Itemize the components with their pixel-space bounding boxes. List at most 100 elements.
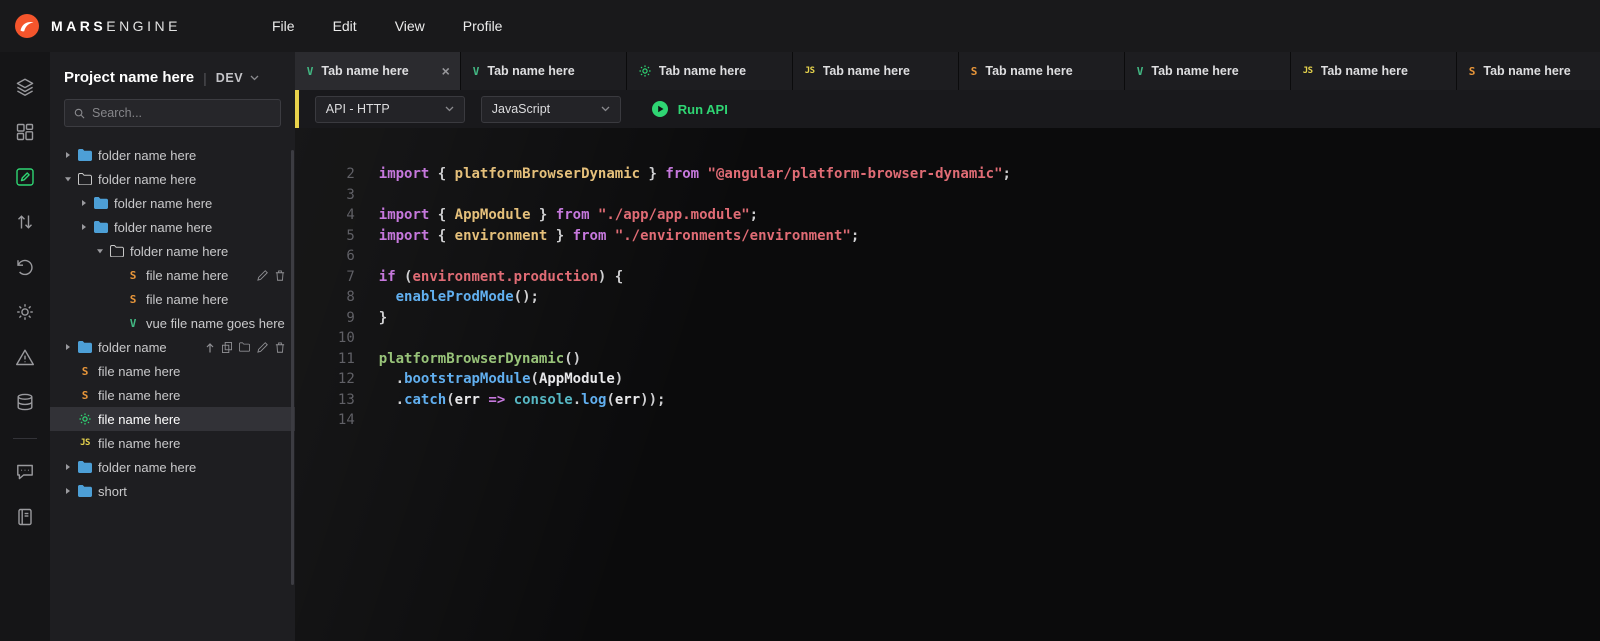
history-icon[interactable] bbox=[0, 244, 50, 289]
search-icon bbox=[74, 108, 85, 119]
caret-right-icon[interactable] bbox=[60, 463, 75, 471]
folder-icon[interactable] bbox=[239, 342, 250, 352]
tab-label: Tab name here bbox=[823, 64, 910, 78]
rail-divider bbox=[13, 438, 37, 439]
tree-item-label: folder name here bbox=[98, 148, 196, 163]
folder-icon bbox=[75, 485, 95, 497]
search-input[interactable] bbox=[92, 106, 271, 120]
caret-down-icon[interactable] bbox=[92, 247, 107, 255]
tree-file-item[interactable]: file name here bbox=[50, 407, 295, 431]
caret-right-icon[interactable] bbox=[60, 487, 75, 495]
tab-8[interactable]: STab name here bbox=[1457, 52, 1600, 90]
gear-icon bbox=[639, 65, 651, 77]
code-line: 7if (environment.production) { bbox=[321, 267, 1600, 288]
tree-item-label: file name here bbox=[98, 364, 180, 379]
caret-right-icon[interactable] bbox=[60, 151, 75, 159]
vue-icon: V bbox=[473, 65, 480, 78]
close-icon[interactable]: × bbox=[442, 64, 450, 78]
delete-icon[interactable] bbox=[275, 270, 285, 281]
chevron-down-icon bbox=[445, 106, 454, 112]
run-api-button[interactable]: Run API bbox=[651, 100, 728, 118]
code-text: import { AppModule } from "./app/app.mod… bbox=[379, 205, 758, 226]
tab-1[interactable]: VTab name here× bbox=[295, 52, 461, 90]
tree-item-label: folder name here bbox=[98, 460, 196, 475]
tree-folder-item[interactable]: folder name bbox=[50, 335, 295, 359]
gear-icon bbox=[75, 413, 95, 425]
sidebar-scrollbar[interactable] bbox=[291, 150, 294, 585]
upload-icon[interactable] bbox=[205, 342, 215, 353]
tab-3[interactable]: Tab name here bbox=[627, 52, 793, 90]
tree-folder-item[interactable]: folder name here bbox=[50, 191, 295, 215]
language-select[interactable]: JavaScript bbox=[481, 96, 621, 123]
brand-name: MARSENGINE bbox=[51, 18, 181, 34]
code-line: 8 enableProdMode(); bbox=[321, 287, 1600, 308]
tab-5[interactable]: STab name here bbox=[959, 52, 1125, 90]
folder-icon bbox=[75, 461, 95, 473]
tree-folder-item[interactable]: folder name here bbox=[50, 239, 295, 263]
menu-item-edit[interactable]: Edit bbox=[333, 18, 357, 34]
search-box[interactable] bbox=[64, 99, 281, 127]
api-type-select[interactable]: API - HTTP bbox=[315, 96, 465, 123]
tree-folder-item[interactable]: folder name here bbox=[50, 215, 295, 239]
project-header: Project name here | DEV bbox=[50, 52, 295, 99]
tree-folder-item[interactable]: folder name here bbox=[50, 143, 295, 167]
code-text: import { platformBrowserDynamic } from "… bbox=[379, 164, 1011, 185]
menu-item-file[interactable]: File bbox=[272, 18, 295, 34]
tab-label: Tab name here bbox=[1321, 64, 1408, 78]
dashboard-icon[interactable] bbox=[0, 109, 50, 154]
tree-file-item[interactable]: Sfile name here bbox=[50, 359, 295, 383]
layers-icon[interactable] bbox=[0, 64, 50, 109]
tree-folder-item[interactable]: folder name here bbox=[50, 167, 295, 191]
sort-icon[interactable] bbox=[0, 199, 50, 244]
tab-label: Tab name here bbox=[1151, 64, 1238, 78]
tab-4[interactable]: JSTab name here bbox=[793, 52, 959, 90]
env-selector[interactable]: DEV bbox=[216, 71, 260, 85]
code-line: 11platformBrowserDynamic() bbox=[321, 349, 1600, 370]
code-text: .bootstrapModule(AppModule) bbox=[379, 369, 623, 390]
tree-item-label: folder name here bbox=[130, 244, 228, 259]
tree-item-label: file name here bbox=[98, 412, 180, 427]
edit-icon[interactable] bbox=[257, 270, 268, 281]
sidebar: Project name here | DEV folder name here… bbox=[50, 52, 295, 641]
editor-icon[interactable] bbox=[0, 154, 50, 199]
tab-7[interactable]: JSTab name here bbox=[1291, 52, 1457, 90]
tree-item-label: folder name here bbox=[98, 172, 196, 187]
delete-icon[interactable] bbox=[275, 342, 285, 353]
menu-item-profile[interactable]: Profile bbox=[463, 18, 503, 34]
project-name: Project name here bbox=[64, 69, 194, 86]
journal-icon[interactable] bbox=[0, 494, 50, 539]
tab-label: Tab name here bbox=[985, 64, 1072, 78]
tree-file-item[interactable]: Sfile name here bbox=[50, 383, 295, 407]
tree-folder-item[interactable]: short bbox=[50, 479, 295, 503]
caret-down-icon[interactable] bbox=[60, 175, 75, 183]
tab-label: Tab name here bbox=[659, 64, 746, 78]
caret-right-icon[interactable] bbox=[76, 223, 91, 231]
alerts-icon[interactable] bbox=[0, 334, 50, 379]
tree-file-item[interactable]: JSfile name here bbox=[50, 431, 295, 455]
line-number: 12 bbox=[321, 369, 355, 390]
toolbar-accent bbox=[295, 90, 299, 128]
caret-right-icon[interactable] bbox=[60, 343, 75, 351]
menu-item-view[interactable]: View bbox=[395, 18, 425, 34]
database-icon[interactable] bbox=[0, 379, 50, 424]
caret-right-icon[interactable] bbox=[76, 199, 91, 207]
code-editor[interactable]: 2import { platformBrowserDynamic } from … bbox=[295, 128, 1600, 641]
line-number: 5 bbox=[321, 226, 355, 247]
tab-2[interactable]: VTab name here bbox=[461, 52, 627, 90]
settings-icon[interactable] bbox=[0, 289, 50, 334]
tree-file-item[interactable]: Sfile name here bbox=[50, 287, 295, 311]
tree-file-item[interactable]: Vvue file name goes here bbox=[50, 311, 295, 335]
chevron-down-icon bbox=[250, 75, 259, 81]
tree-folder-item[interactable]: folder name here bbox=[50, 455, 295, 479]
chat-icon[interactable] bbox=[0, 449, 50, 494]
line-number: 6 bbox=[321, 246, 355, 267]
shell: Project name here | DEV folder name here… bbox=[0, 52, 1600, 641]
folder-icon bbox=[91, 197, 111, 209]
tree-item-label: folder name here bbox=[114, 196, 212, 211]
edit-icon[interactable] bbox=[257, 342, 268, 353]
copy-icon[interactable] bbox=[222, 342, 232, 353]
tab-6[interactable]: VTab name here bbox=[1125, 52, 1291, 90]
tree-file-item[interactable]: Sfile name here bbox=[50, 263, 295, 287]
app-root: MARSENGINE File Edit View Profile Project n… bbox=[0, 0, 1600, 641]
tree-item-label: short bbox=[98, 484, 127, 499]
